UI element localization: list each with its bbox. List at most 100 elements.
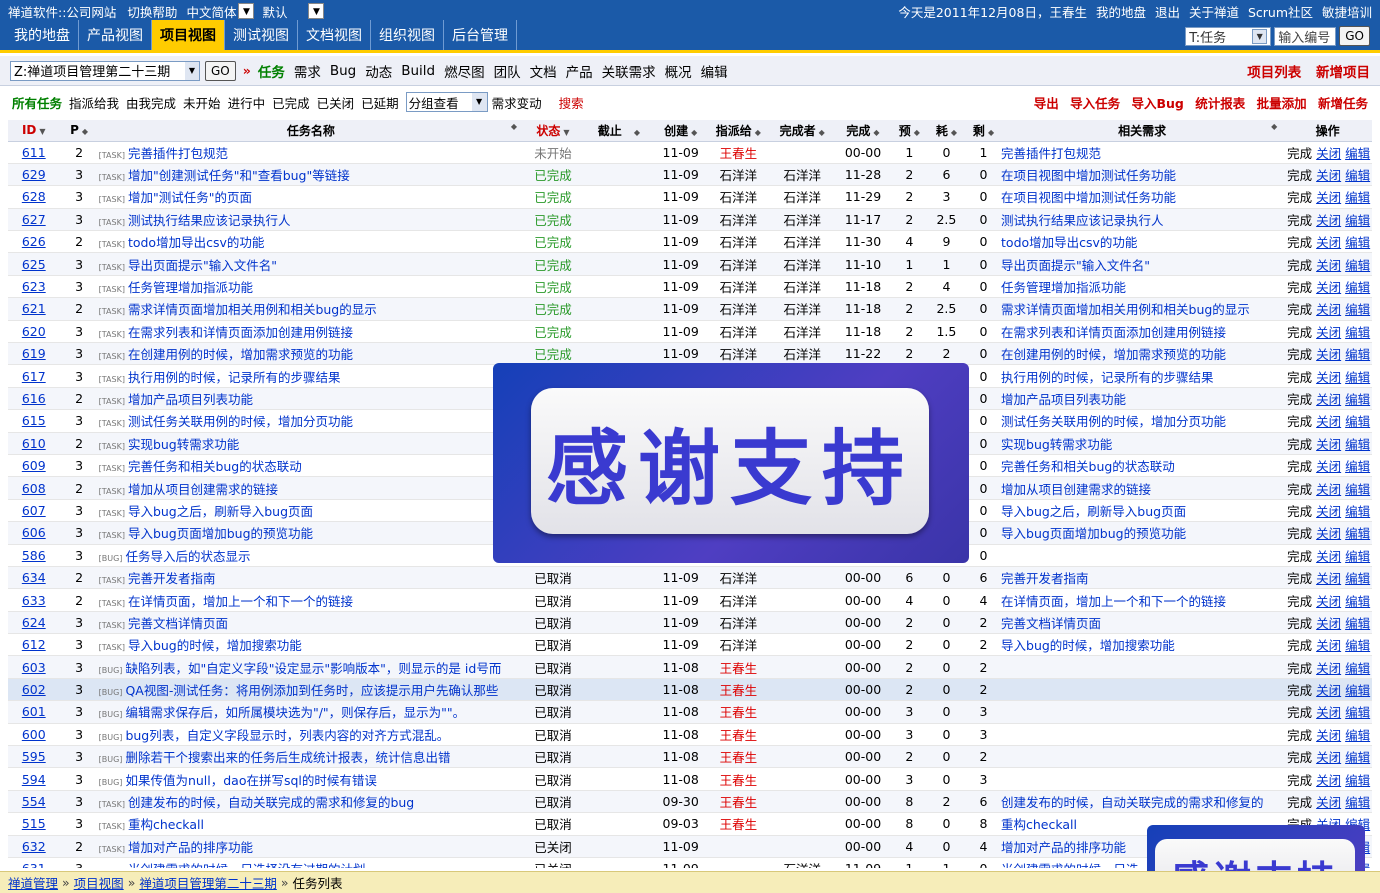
report-link[interactable]: 统计报表 xyxy=(1195,96,1245,111)
close-action-link[interactable]: 关闭 xyxy=(1316,795,1341,810)
edit-action-link[interactable]: 编辑 xyxy=(1345,482,1370,497)
edit-action-link[interactable]: 编辑 xyxy=(1345,504,1370,519)
tab-project[interactable]: 项目视图 xyxy=(152,20,225,50)
task-id-link[interactable]: 631 xyxy=(22,861,46,868)
import-bug-link[interactable]: 导入Bug xyxy=(1132,96,1184,111)
story-link[interactable]: 任务管理增加指派功能 xyxy=(1001,280,1126,295)
finish-action[interactable]: 完成 xyxy=(1287,146,1312,161)
finish-action[interactable]: 完成 xyxy=(1287,302,1312,317)
task-id-link[interactable]: 611 xyxy=(22,145,46,160)
finish-action[interactable]: 完成 xyxy=(1287,213,1312,228)
col-estimate[interactable]: 预 ◆ xyxy=(891,120,927,142)
task-name-link[interactable]: 当创建需求的时候，只选择没有过期的计划 xyxy=(128,862,366,868)
story-link[interactable]: 在项目视图中增加测试任务功能 xyxy=(1001,190,1176,205)
task-name-link[interactable]: 重构checkall xyxy=(128,817,204,832)
close-action-link[interactable]: 关闭 xyxy=(1316,302,1341,317)
col-pri[interactable]: P ◆ xyxy=(59,120,99,142)
search-id-input[interactable]: 输入编号 xyxy=(1274,26,1337,46)
export-link[interactable]: 导出 xyxy=(1034,96,1059,111)
close-action-link[interactable]: 关闭 xyxy=(1316,437,1341,452)
finish-action[interactable]: 完成 xyxy=(1287,571,1312,586)
tab-test[interactable]: 测试视图 xyxy=(225,20,298,50)
close-action-link[interactable]: 关闭 xyxy=(1316,526,1341,541)
tab-org[interactable]: 组织视图 xyxy=(371,20,444,50)
finish-action[interactable]: 完成 xyxy=(1287,549,1312,564)
task-name-link[interactable]: bug列表，自定义字段显示时，列表内容的对齐方式混乱。 xyxy=(125,728,449,743)
close-action-link[interactable]: 关闭 xyxy=(1316,616,1341,631)
col-status[interactable]: 状态 ▼ xyxy=(523,120,583,142)
breadcrumb-home[interactable]: 禅道管理 xyxy=(8,873,58,892)
story-link[interactable]: 实现bug转需求功能 xyxy=(1001,437,1112,452)
edit-action-link[interactable]: 编辑 xyxy=(1345,370,1370,385)
edit-action-link[interactable]: 编辑 xyxy=(1345,750,1370,765)
col-consumed[interactable]: 耗 ◆ xyxy=(926,120,966,142)
task-id-link[interactable]: 609 xyxy=(22,458,46,473)
task-id-link[interactable]: 603 xyxy=(22,660,46,675)
edit-action-link[interactable]: 编辑 xyxy=(1345,392,1370,407)
task-name-link[interactable]: 增加"测试任务"的页面 xyxy=(128,190,252,205)
col-left[interactable]: 剩 ◆ xyxy=(966,120,1002,142)
col-created[interactable]: 创建 ◆ xyxy=(654,120,707,142)
edit-action-link[interactable]: 编辑 xyxy=(1345,302,1370,317)
finish-action[interactable]: 完成 xyxy=(1287,370,1312,385)
story-link[interactable]: 在创建用例的时候，增加需求预览的功能 xyxy=(1001,347,1226,362)
filter-assigned-to-me[interactable]: 指派给我 xyxy=(69,93,119,112)
task-id-link[interactable]: 617 xyxy=(22,369,46,384)
filter-finished-by-me[interactable]: 由我完成 xyxy=(126,93,176,112)
project-select[interactable]: Z:禅道项目管理第二十三期 ▼ xyxy=(10,60,200,81)
switch-help-link[interactable]: 切换帮助 xyxy=(127,5,177,20)
story-link[interactable]: 执行用例的时候，记录所有的步骤结果 xyxy=(1001,370,1214,385)
task-id-link[interactable]: 615 xyxy=(22,413,46,428)
edit-action-link[interactable]: 编辑 xyxy=(1345,683,1370,698)
task-id-link[interactable]: 616 xyxy=(22,391,46,406)
finish-action[interactable]: 完成 xyxy=(1287,661,1312,676)
close-action-link[interactable]: 关闭 xyxy=(1316,258,1341,273)
edit-action-link[interactable]: 编辑 xyxy=(1345,616,1370,631)
finish-action[interactable]: 完成 xyxy=(1287,526,1312,541)
finish-action[interactable]: 完成 xyxy=(1287,414,1312,429)
close-action-link[interactable]: 关闭 xyxy=(1316,347,1341,362)
close-action-link[interactable]: 关闭 xyxy=(1316,235,1341,250)
story-link[interactable]: 测试任务关联用例的时候，增加分页功能 xyxy=(1001,414,1226,429)
task-name-link[interactable]: 在详情页面，增加上一个和下一个的链接 xyxy=(128,594,353,609)
close-action-link[interactable]: 关闭 xyxy=(1316,213,1341,228)
story-link[interactable]: 需求详情页面增加相关用例和相关bug的显示 xyxy=(1001,302,1250,317)
close-action-link[interactable]: 关闭 xyxy=(1316,661,1341,676)
task-name-link[interactable]: 测试执行结果应该记录执行人 xyxy=(128,213,291,228)
story-link[interactable]: 导入bug之后，刷新导入bug页面 xyxy=(1001,504,1186,519)
close-action-link[interactable]: 关闭 xyxy=(1316,392,1341,407)
finish-action[interactable]: 完成 xyxy=(1287,280,1312,295)
task-name-link[interactable]: 任务管理增加指派功能 xyxy=(128,280,253,295)
task-id-link[interactable]: 595 xyxy=(22,749,46,764)
edit-action-link[interactable]: 编辑 xyxy=(1345,414,1370,429)
finish-action[interactable]: 完成 xyxy=(1287,258,1312,273)
task-name-link[interactable]: 如果传值为null，dao在拼写sql的时候有错误 xyxy=(125,773,376,788)
project-go-button[interactable]: GO xyxy=(205,60,236,81)
finish-action[interactable]: 完成 xyxy=(1287,705,1312,720)
theme-select[interactable]: 默认 ▼ xyxy=(260,1,325,21)
edit-action-link[interactable]: 编辑 xyxy=(1345,571,1370,586)
task-id-link[interactable]: 594 xyxy=(22,772,46,787)
story-link[interactable]: 增加从项目创建需求的链接 xyxy=(1001,482,1151,497)
proj-nav-burndown[interactable]: 燃尽图 xyxy=(444,61,485,81)
new-project-link[interactable]: 新增项目 xyxy=(1316,65,1370,81)
story-link[interactable]: 创建发布的时候，自动关联完成的需求和修复的 xyxy=(1001,795,1264,810)
finish-action[interactable]: 完成 xyxy=(1287,437,1312,452)
edit-action-link[interactable]: 编辑 xyxy=(1345,661,1370,676)
edit-action-link[interactable]: 编辑 xyxy=(1345,795,1370,810)
task-name-link[interactable]: 完善文档详情页面 xyxy=(128,616,228,631)
finish-action[interactable]: 完成 xyxy=(1287,638,1312,653)
finish-action[interactable]: 完成 xyxy=(1287,482,1312,497)
language-select[interactable]: 中文简体 ▼ xyxy=(184,1,255,21)
task-name-link[interactable]: 导入bug的时候，增加搜索功能 xyxy=(128,638,302,653)
filter-delayed[interactable]: 已延期 xyxy=(361,93,399,112)
search-type-select[interactable]: T:任务 ▼ xyxy=(1185,26,1272,46)
close-action-link[interactable]: 关闭 xyxy=(1316,728,1341,743)
finish-action[interactable]: 完成 xyxy=(1287,235,1312,250)
task-id-link[interactable]: 621 xyxy=(22,301,46,316)
story-link[interactable]: 测试执行结果应该记录执行人 xyxy=(1001,213,1164,228)
close-action-link[interactable]: 关闭 xyxy=(1316,705,1341,720)
task-id-link[interactable]: 602 xyxy=(22,682,46,697)
proj-nav-link-story[interactable]: 关联需求 xyxy=(602,61,656,81)
agile-training-link[interactable]: 敏捷培训 xyxy=(1322,5,1372,20)
